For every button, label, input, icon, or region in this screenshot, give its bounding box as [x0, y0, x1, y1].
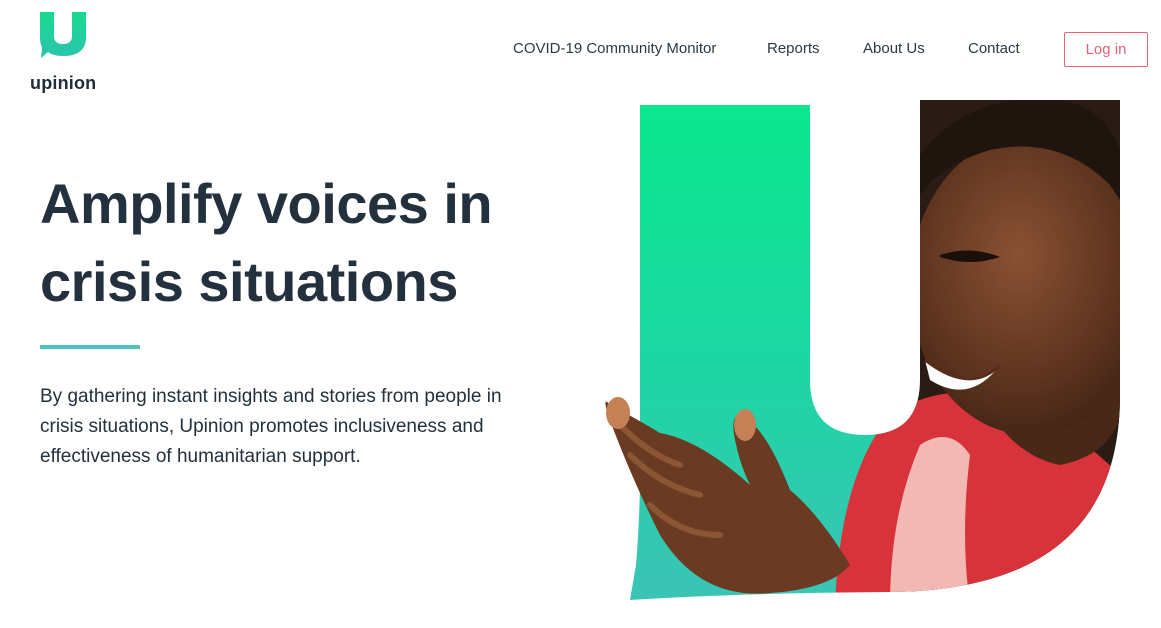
nav-item-about-us[interactable]: About Us: [863, 40, 925, 57]
title-divider: [40, 345, 140, 349]
main-nav: COVID-19 Community Monitor Reports About…: [0, 38, 1161, 62]
hero-title: Amplify voices in crisis situations: [40, 172, 493, 313]
nav-item-contact[interactable]: Contact: [968, 40, 1020, 57]
login-button[interactable]: Log in: [1064, 32, 1148, 67]
hero-u-photo-illustration: [605, 100, 1120, 600]
nav-item-covid-monitor[interactable]: COVID-19 Community Monitor: [513, 40, 716, 57]
logo-wordmark: upinion: [30, 73, 97, 93]
nav-item-reports[interactable]: Reports: [767, 40, 820, 57]
hero-intro-text: By gathering instant insights and storie…: [40, 386, 502, 467]
hero-visual: [590, 95, 1130, 610]
